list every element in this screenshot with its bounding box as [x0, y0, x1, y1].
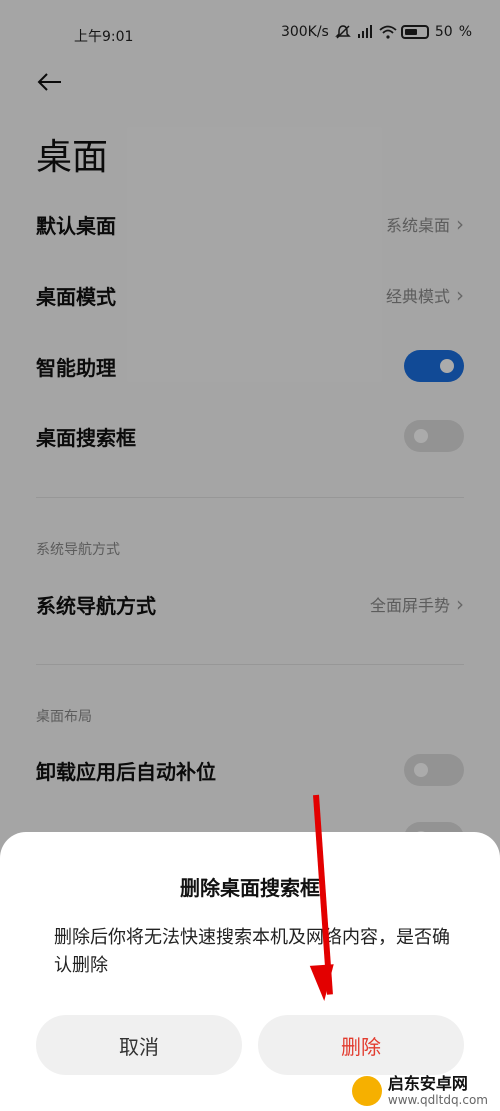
- annotation-arrow-head: [309, 964, 337, 1002]
- watermark-name: 启东安卓网: [387, 1074, 468, 1093]
- watermark: 启东安卓网 www.qdltdq.com: [351, 1074, 488, 1107]
- dialog-message: 删除后你将无法快速搜索本机及网络内容，是否确认删除: [54, 927, 450, 976]
- watermark-logo-icon: [351, 1076, 382, 1106]
- cancel-button[interactable]: 取消: [36, 1015, 242, 1075]
- dialog-title: 删除桌面搜索框: [180, 876, 320, 900]
- delete-dialog: 删除桌面搜索框 删除后你将无法快速搜索本机及网络内容，是否确认删除 取消 删除: [0, 832, 500, 1111]
- watermark-url: www.qdltdq.com: [387, 1093, 488, 1107]
- delete-button[interactable]: 删除: [258, 1015, 464, 1075]
